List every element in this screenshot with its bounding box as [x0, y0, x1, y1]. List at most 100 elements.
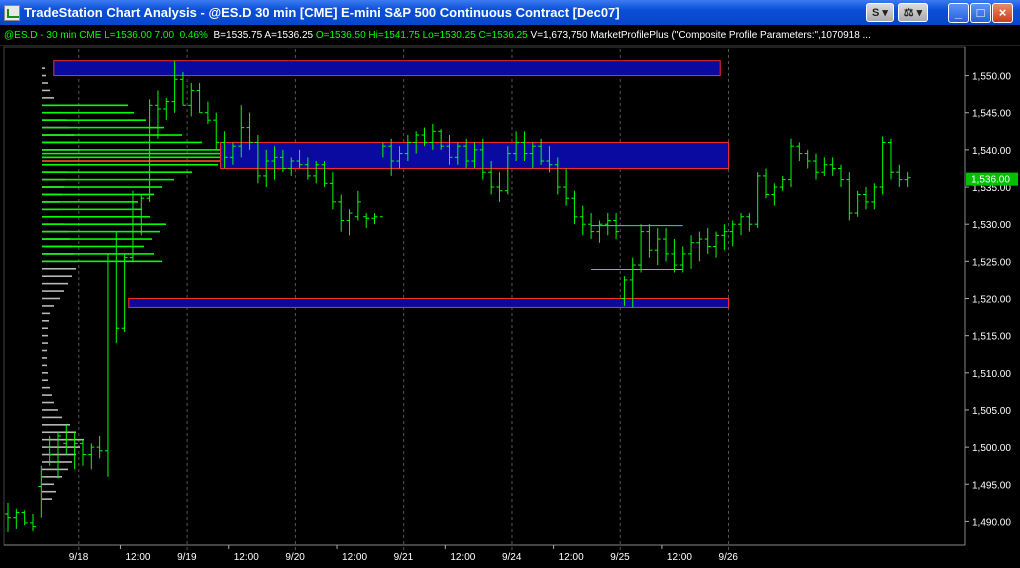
ohlc-bar: [704, 227, 711, 254]
profile-bar-green: [42, 111, 134, 114]
ohlc-bar: [829, 157, 836, 176]
profile-bar-gray: [42, 394, 52, 396]
cyan-lines[interactable]: [591, 225, 683, 271]
symbol-label[interactable]: @ES.D - 30 min: [4, 30, 76, 41]
ohlc-bar: [638, 224, 645, 273]
price-tick-label: 1,505.00: [972, 406, 1011, 417]
ohlc-bar: [671, 239, 678, 273]
ohlc-bar: [354, 190, 361, 221]
tradestation-logo-icon: [4, 5, 20, 21]
price-tick-label: 1,515.00: [972, 332, 1011, 343]
ohlc-bar: [871, 183, 878, 210]
ohlc-bar: [329, 172, 336, 210]
status-line: @ES.D - 30 min CME L=1536.00 7.00 0.46% …: [0, 25, 1020, 46]
ohlc-bar: [729, 220, 736, 247]
price-tick-label: 1,530.00: [972, 220, 1011, 231]
price-tick-label: 1,540.00: [972, 146, 1011, 157]
ohlc-bar: [738, 213, 745, 236]
profile-bar-green: [42, 223, 166, 225]
profile-bar-gray: [42, 424, 70, 426]
ohlc-bar: [713, 231, 720, 258]
profile-bar-gray: [42, 498, 52, 500]
s-dropdown-button[interactable]: S ▾: [866, 3, 894, 22]
price-axis[interactable]: 1,550.001,545.001,540.001,535.001,530.00…: [964, 47, 1018, 545]
maximize-icon: □: [976, 5, 985, 20]
ohlc-bar: [596, 220, 603, 243]
profile-bar-gray: [42, 97, 54, 99]
date-label: 9/18: [69, 552, 89, 563]
ohlc-bar: [496, 172, 503, 202]
profile-bar-gray: [42, 89, 50, 92]
profile-bar-green: [42, 201, 138, 203]
ohlc-bar: [846, 172, 853, 221]
time-label: 12:00: [234, 552, 259, 563]
ohlc-bar: [763, 168, 770, 199]
maximize-button[interactable]: □: [970, 3, 991, 23]
ohlc-bar: [371, 213, 378, 225]
indicator-label[interactable]: MarketProfilePlus ("Composite Profile Pa…: [590, 30, 871, 41]
price-tick-label: 1,510.00: [972, 369, 1011, 380]
title-bar[interactable]: TradeStation Chart Analysis - @ES.D 30 m…: [0, 0, 1020, 25]
profile-bar-green: [42, 178, 174, 181]
ohlc-bar: [29, 513, 36, 532]
profile-bar-gray: [42, 357, 47, 359]
pct-label: 0.46%: [179, 30, 208, 41]
time-label: 12:00: [559, 552, 584, 563]
low-label: Lo=1530.25: [422, 30, 476, 41]
date-label: 9/24: [502, 552, 522, 563]
profile-bar-gray: [42, 334, 48, 337]
profile-bar-gray: [42, 275, 72, 278]
profile-bar-green: [42, 163, 218, 166]
tools-dropdown-button[interactable]: ⚖ ▾: [898, 3, 928, 22]
ohlc-bar: [579, 205, 586, 236]
window-title: TradeStation Chart Analysis - @ES.D 30 m…: [24, 5, 620, 20]
ohlc-bar: [604, 213, 611, 236]
profile-bar-gray: [42, 379, 48, 382]
ohlc-bar: [887, 138, 894, 180]
profile-bar-gray: [42, 438, 84, 441]
close-button[interactable]: ×: [992, 3, 1013, 23]
date-label: 9/26: [719, 552, 739, 563]
ohlc-bar: [104, 253, 111, 477]
profile-bar-gray: [42, 327, 48, 330]
price-tick-label: 1,490.00: [972, 517, 1011, 528]
ohlc-bar: [879, 136, 886, 195]
profile-bar-gray: [42, 342, 48, 344]
ohlc-bar: [196, 83, 203, 114]
lower-zone[interactable]: [128, 298, 730, 308]
ohlc-bar: [854, 190, 861, 217]
date-label: 9/25: [610, 552, 630, 563]
minimize-button[interactable]: _: [948, 3, 969, 23]
profile-bar-gray: [42, 82, 48, 84]
profile-bar-gray: [42, 372, 48, 374]
profile-bar-gray: [42, 267, 76, 270]
ohlc-bar: [121, 253, 128, 332]
ohlc-bar: [5, 502, 11, 532]
ohlc-bar: [721, 224, 728, 251]
ask-label: A=1536.25: [264, 30, 314, 41]
ohlc-bar: [788, 138, 795, 188]
profile-bar-gray: [42, 490, 56, 493]
upper-zone[interactable]: [53, 60, 721, 77]
profile-bar-gray: [42, 364, 47, 367]
ohlc-bar: [113, 231, 120, 344]
ohlc-bar: [754, 172, 761, 228]
price-tick-label: 1,500.00: [972, 443, 1011, 454]
price-chart[interactable]: 1,550.001,545.001,540.001,535.001,530.00…: [0, 45, 1020, 568]
bid-label: B=1535.75: [213, 30, 263, 41]
exchange-label: CME: [79, 30, 102, 41]
ohlc-bar: [96, 435, 103, 459]
ohlc-bar: [163, 97, 170, 121]
ohlc-bar: [138, 194, 145, 236]
profile-bar-green: [42, 104, 128, 107]
profile-bar-gray: [42, 476, 62, 478]
profile-bar-green: [42, 260, 162, 263]
time-label: 12:00: [667, 552, 692, 563]
profile-bar-green: [42, 119, 146, 121]
zones[interactable]: [53, 60, 730, 308]
time-axis[interactable]: 9/18 12:00 9/19 12:00 9/20 12:00 9/21 12:00 9/24…: [4, 544, 965, 563]
profile-bar-green: [42, 141, 202, 144]
ohlc-bar: [771, 183, 778, 206]
ohlc-bar: [696, 231, 703, 262]
plot-frame: [3, 46, 966, 546]
